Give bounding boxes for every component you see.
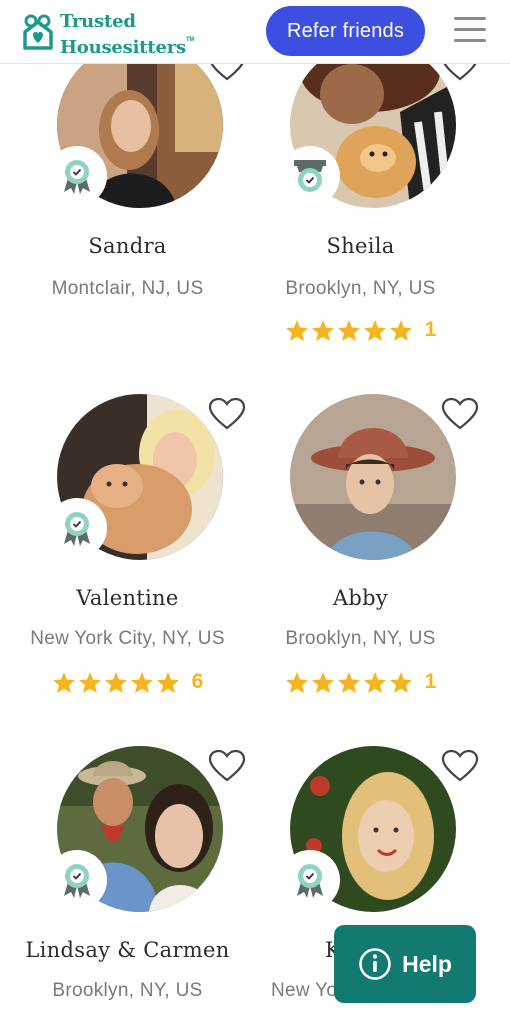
star-icon bbox=[130, 671, 153, 693]
hamburger-menu-icon[interactable] bbox=[454, 17, 486, 43]
sitter-card-valentine[interactable]: Valentine New York City, NY, US 6 bbox=[0, 352, 255, 704]
star-rating: 6 bbox=[0, 670, 255, 694]
sitter-location: Montclair, NJ, US bbox=[51, 278, 204, 299]
sitter-card-lindsay-carmen[interactable]: Lindsay & Carmen Brooklyn, NY, US bbox=[0, 704, 255, 1024]
star-icon bbox=[311, 319, 334, 341]
logo-line-2: Housesitters bbox=[60, 37, 186, 58]
help-label: Help bbox=[402, 950, 452, 977]
star-icon bbox=[311, 671, 334, 693]
sitter-location: Brooklyn, NY, US bbox=[52, 980, 203, 1001]
favorite-heart-icon[interactable] bbox=[441, 749, 479, 783]
star-icon bbox=[156, 671, 179, 693]
star-icon bbox=[52, 671, 75, 693]
star-icon bbox=[78, 671, 101, 693]
star-icon bbox=[337, 671, 360, 693]
star-icon bbox=[285, 319, 308, 341]
info-icon bbox=[359, 948, 391, 980]
star-icon bbox=[389, 319, 412, 341]
sitter-card-abby[interactable]: Abby Brooklyn, NY, US 1 bbox=[233, 352, 488, 704]
logo-line-1: Trusted bbox=[60, 11, 136, 32]
help-button[interactable]: Help bbox=[334, 925, 476, 1003]
house-logo-icon bbox=[23, 14, 53, 50]
star-icon bbox=[363, 671, 386, 693]
verified-ribbon-icon bbox=[47, 146, 107, 206]
star-icon bbox=[285, 671, 308, 693]
sitter-location: Brooklyn, NY, US bbox=[285, 278, 436, 299]
star-icon bbox=[363, 319, 386, 341]
sitter-name[interactable]: Valentine bbox=[0, 586, 255, 610]
logo-wordmark: Trusted HousesittersTM bbox=[60, 12, 194, 57]
logo-trademark: TM bbox=[185, 37, 195, 43]
sitter-name[interactable]: Abby bbox=[233, 586, 488, 610]
sitter-location: New York City, NY, US bbox=[30, 628, 225, 649]
verified-ribbon-icon bbox=[280, 146, 340, 206]
sitter-name[interactable]: Lindsay & Carmen bbox=[0, 938, 255, 962]
refer-friends-button[interactable]: Refer friends bbox=[266, 6, 425, 56]
sitter-name[interactable]: Sheila bbox=[233, 234, 488, 258]
star-rating: 1 bbox=[233, 318, 488, 342]
sitter-avatar[interactable] bbox=[290, 394, 456, 560]
star-icon bbox=[389, 671, 412, 693]
verified-ribbon-icon bbox=[47, 498, 107, 558]
star-icon bbox=[337, 319, 360, 341]
verified-ribbon-icon bbox=[280, 850, 340, 910]
review-count: 1 bbox=[424, 670, 437, 693]
review-count: 6 bbox=[191, 670, 204, 693]
favorite-heart-icon[interactable] bbox=[441, 397, 479, 431]
sitter-location: Brooklyn, NY, US bbox=[285, 628, 436, 649]
sitter-name[interactable]: Sandra bbox=[0, 234, 255, 258]
review-count: 1 bbox=[424, 318, 437, 341]
star-icon bbox=[104, 671, 127, 693]
trusted-housesitters-logo[interactable]: Trusted HousesittersTM bbox=[22, 12, 202, 57]
top-header: Trusted HousesittersTM Refer friends bbox=[0, 0, 510, 64]
verified-ribbon-icon bbox=[47, 850, 107, 910]
star-rating: 1 bbox=[233, 670, 488, 694]
